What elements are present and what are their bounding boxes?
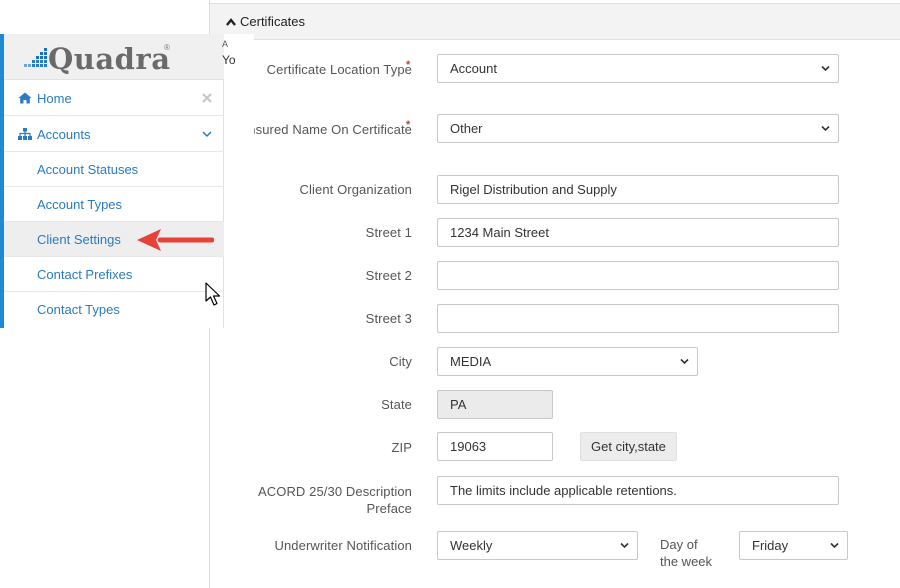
chevron-up-icon bbox=[226, 18, 236, 26]
close-icon[interactable] bbox=[202, 93, 212, 103]
sidebar-item-contact-prefixes[interactable]: Contact Prefixes bbox=[4, 257, 224, 292]
acord-description-input[interactable]: The limits include applicable retentions… bbox=[437, 476, 839, 505]
chevron-down-icon bbox=[830, 542, 839, 549]
mouse-cursor-icon bbox=[205, 282, 221, 306]
sitemap-icon bbox=[18, 128, 32, 140]
sidebar-item-accounts[interactable]: Accounts bbox=[4, 117, 224, 152]
zip-input[interactable]: 19063 bbox=[437, 432, 553, 461]
acord-label: ACORD 25/30 Description Preface bbox=[258, 483, 412, 517]
chevron-down-icon bbox=[821, 125, 830, 132]
client-organization-label: Client Organization bbox=[299, 182, 412, 197]
logo-dots-icon bbox=[24, 48, 47, 67]
street3-label: Street 3 bbox=[365, 311, 412, 326]
city-select[interactable]: MEDIA bbox=[437, 347, 698, 376]
sidebar-item-label: Account Statuses bbox=[37, 162, 139, 177]
sidebar-item-label: Client Settings bbox=[37, 232, 121, 247]
underwriter-notification-label: Underwriter Notification bbox=[274, 538, 412, 553]
zip-label: ZIP bbox=[391, 440, 412, 455]
certificate-location-type-label: Certificate Location Type bbox=[266, 62, 412, 77]
street2-label: Street 2 bbox=[365, 268, 412, 283]
state-input: PA bbox=[437, 390, 553, 419]
street3-input[interactable] bbox=[437, 304, 839, 333]
certificate-location-type-select[interactable]: Account bbox=[437, 54, 839, 83]
sidebar-item-contact-types[interactable]: Contact Types bbox=[4, 292, 224, 327]
annotation-arrow-icon bbox=[137, 229, 214, 251]
select-value: Weekly bbox=[450, 538, 493, 553]
chevron-down-icon bbox=[620, 542, 629, 549]
street2-input[interactable] bbox=[437, 261, 839, 290]
get-city-state-button[interactable]: Get city,state bbox=[580, 432, 677, 461]
sidebar-item-account-types[interactable]: Account Types bbox=[4, 187, 224, 222]
state-label: State bbox=[381, 397, 412, 412]
sidebar-item-label: Contact Types bbox=[37, 302, 120, 317]
day-of-week-label-line2: the week bbox=[660, 554, 713, 569]
chevron-down-icon bbox=[202, 131, 212, 138]
select-value: Friday bbox=[752, 538, 789, 553]
day-of-week-select[interactable]: Friday bbox=[739, 531, 848, 560]
chevron-down-icon bbox=[821, 65, 830, 72]
select-value: Account bbox=[450, 61, 497, 76]
acord-label-line1: ACORD 25/30 Description bbox=[257, 484, 412, 499]
required-marker: * bbox=[406, 59, 411, 71]
select-value: MEDIA bbox=[450, 354, 492, 369]
sidebar-item-home[interactable]: Home bbox=[4, 81, 224, 116]
client-organization-input[interactable]: Rigel Distribution and Supply bbox=[437, 175, 839, 204]
street1-input[interactable]: 1234 Main Street bbox=[437, 218, 839, 247]
sidebar-item-label: Accounts bbox=[37, 127, 91, 142]
header-peek-text: Yo bbox=[222, 53, 236, 67]
day-of-week-label: Day of the week bbox=[660, 536, 712, 570]
header-peek-text: A bbox=[222, 39, 229, 49]
sidebar-item-label: Contact Prefixes bbox=[37, 267, 133, 282]
logo-registered-mark: ® bbox=[164, 43, 170, 52]
sidebar-item-label: Account Types bbox=[37, 197, 123, 212]
home-icon bbox=[18, 92, 32, 104]
sidebar-item-label: Home bbox=[37, 91, 72, 106]
city-label: City bbox=[389, 354, 412, 369]
chevron-down-icon bbox=[680, 358, 689, 365]
required-marker: * bbox=[406, 119, 411, 131]
street1-label: Street 1 bbox=[365, 225, 412, 240]
acord-label-line2: Preface bbox=[366, 501, 412, 516]
day-of-week-label-line1: Day of bbox=[660, 537, 698, 552]
insured-name-label: Insured Name On Certificate bbox=[244, 122, 412, 137]
logo-text: Quadra bbox=[48, 42, 171, 76]
panel-title: Certificates bbox=[240, 14, 306, 29]
select-value: Other bbox=[450, 121, 483, 136]
underwriter-notification-select[interactable]: Weekly bbox=[437, 531, 638, 560]
panel-header[interactable]: Certificates bbox=[210, 3, 900, 40]
insured-name-select[interactable]: Other bbox=[437, 114, 839, 143]
sidebar-item-account-statuses[interactable]: Account Statuses bbox=[4, 152, 224, 187]
